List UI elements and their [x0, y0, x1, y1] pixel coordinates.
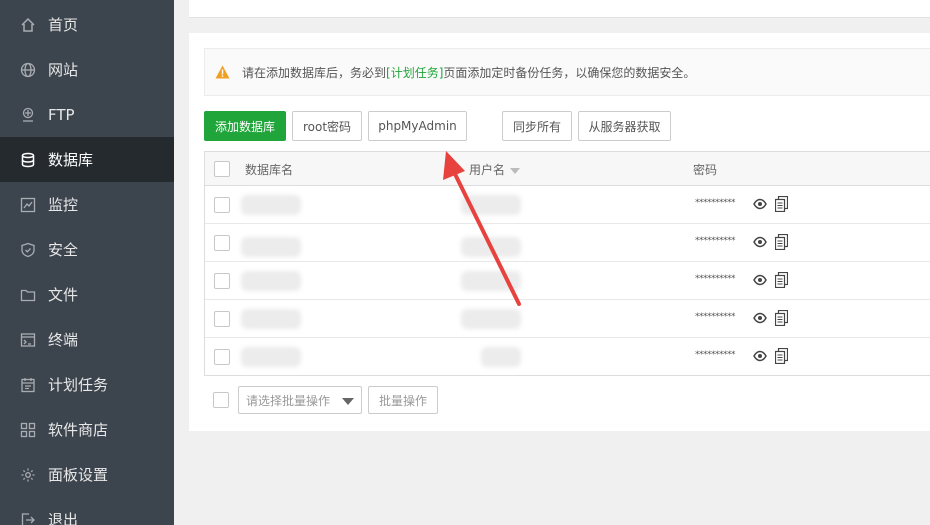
- sidebar-item-label: 安全: [48, 241, 79, 259]
- logout-icon: [20, 512, 36, 525]
- redacted-username: [461, 309, 521, 329]
- row-checkbox[interactable]: [214, 349, 230, 365]
- redacted-username: [461, 195, 521, 215]
- top-card: [189, 0, 930, 18]
- copy-icon[interactable]: [775, 272, 788, 288]
- ftp-icon: [20, 107, 36, 123]
- sidebar-item-label: 网站: [48, 61, 79, 79]
- redacted-username: [481, 347, 521, 367]
- copy-icon[interactable]: [775, 348, 788, 364]
- table-header: 数据库名 用户名 密码: [205, 152, 930, 186]
- table-row: **********: [205, 186, 930, 224]
- sidebar-item-store[interactable]: 软件商店: [0, 407, 174, 452]
- eye-icon[interactable]: [753, 350, 767, 362]
- redacted-db-name: [241, 237, 301, 257]
- sidebar-item-home[interactable]: 首页: [0, 2, 174, 47]
- sidebar-item-terminal[interactable]: 终端: [0, 317, 174, 362]
- redacted-db-name: [241, 309, 301, 329]
- sidebar-item-label: 监控: [48, 196, 79, 214]
- eye-icon[interactable]: [753, 274, 767, 286]
- folder-icon: [20, 287, 36, 303]
- row-checkbox[interactable]: [214, 311, 230, 327]
- database-table: 数据库名 用户名 密码 ********** ********** ******…: [204, 151, 930, 376]
- column-header-password: 密码: [693, 163, 718, 177]
- notice-text-after: 页面添加定时备份任务，以确保您的数据安全。: [443, 65, 696, 80]
- sidebar-item-settings[interactable]: 面板设置: [0, 452, 174, 497]
- root-password-button[interactable]: root密码: [292, 111, 362, 141]
- warning-icon: [215, 65, 230, 79]
- sidebar-item-monitor[interactable]: 监控: [0, 182, 174, 227]
- sidebar-item-security[interactable]: 安全: [0, 227, 174, 272]
- terminal-icon: [20, 332, 36, 348]
- row-checkbox[interactable]: [214, 235, 230, 251]
- copy-icon[interactable]: [775, 196, 788, 212]
- select-all-checkbox[interactable]: [214, 161, 230, 177]
- password-mask: **********: [695, 312, 736, 322]
- batch-select-placeholder: 请选择批量操作: [246, 393, 331, 408]
- sidebar-item-website[interactable]: 网站: [0, 47, 174, 92]
- calendar-icon: [20, 377, 36, 393]
- table-row: **********: [205, 224, 930, 262]
- table-row: **********: [205, 338, 930, 376]
- shield-icon: [20, 242, 36, 258]
- sidebar-item-label: 终端: [48, 331, 79, 349]
- monitor-icon: [20, 197, 36, 213]
- fetch-from-server-button[interactable]: 从服务器获取: [578, 111, 671, 141]
- row-checkbox[interactable]: [214, 197, 230, 213]
- table-row: **********: [205, 262, 930, 300]
- redacted-username: [461, 237, 521, 257]
- chevron-down-icon: [342, 398, 354, 405]
- sidebar-item-label: 数据库: [48, 151, 94, 169]
- row-checkbox[interactable]: [214, 273, 230, 289]
- password-mask: **********: [695, 350, 736, 360]
- sidebar-item-cron[interactable]: 计划任务: [0, 362, 174, 407]
- sidebar: 首页 网站 FTP 数据库 监控 安全 文件 终端 计划任务 软件商店 面板设置…: [0, 0, 174, 525]
- redacted-db-name: [241, 347, 301, 367]
- gear-icon: [20, 467, 36, 483]
- batch-operation-select[interactable]: 请选择批量操作: [238, 386, 362, 414]
- password-mask: **********: [695, 236, 736, 246]
- sidebar-item-logout[interactable]: 退出: [0, 497, 174, 525]
- eye-icon[interactable]: [753, 312, 767, 324]
- globe-icon: [20, 62, 36, 78]
- sidebar-item-label: 退出: [48, 511, 79, 525]
- password-mask: **********: [695, 274, 736, 284]
- copy-icon[interactable]: [775, 310, 788, 326]
- sidebar-item-label: 面板设置: [48, 466, 109, 484]
- sort-down-icon[interactable]: [510, 167, 521, 174]
- add-database-button[interactable]: 添加数据库: [204, 111, 286, 141]
- redacted-db-name: [241, 195, 301, 215]
- sidebar-item-files[interactable]: 文件: [0, 272, 174, 317]
- sidebar-item-label: FTP: [48, 105, 75, 124]
- notice-text-before: 请在添加数据库后，务必到: [242, 65, 387, 80]
- sync-all-button[interactable]: 同步所有: [502, 111, 572, 141]
- database-icon: [20, 152, 36, 168]
- sidebar-item-label: 计划任务: [48, 376, 109, 394]
- backup-notice: 请在添加数据库后，务必到 [计划任务] 页面添加定时备份任务，以确保您的数据安全。: [204, 48, 930, 96]
- redacted-username: [461, 271, 521, 291]
- apps-icon: [20, 422, 36, 438]
- sidebar-item-label: 首页: [48, 16, 79, 34]
- eye-icon[interactable]: [753, 198, 767, 210]
- column-header-user-label: 用户名: [469, 163, 506, 177]
- sidebar-item-ftp[interactable]: FTP: [0, 92, 174, 137]
- sidebar-item-label: 文件: [48, 286, 79, 304]
- column-header-user[interactable]: 用户名: [469, 161, 521, 178]
- copy-icon[interactable]: [775, 234, 788, 250]
- redacted-db-name: [241, 271, 301, 291]
- sidebar-item-label: 软件商店: [48, 421, 109, 439]
- table-row: **********: [205, 300, 930, 338]
- password-mask: **********: [695, 198, 736, 208]
- sidebar-item-database[interactable]: 数据库: [0, 137, 174, 182]
- batch-select-all-checkbox[interactable]: [213, 392, 229, 408]
- batch-operation-button[interactable]: 批量操作: [368, 386, 438, 414]
- phpmyadmin-button[interactable]: phpMyAdmin: [368, 111, 467, 141]
- cron-link[interactable]: [计划任务]: [386, 64, 443, 81]
- column-header-name: 数据库名: [245, 163, 294, 177]
- eye-icon[interactable]: [753, 236, 767, 248]
- home-icon: [20, 17, 36, 33]
